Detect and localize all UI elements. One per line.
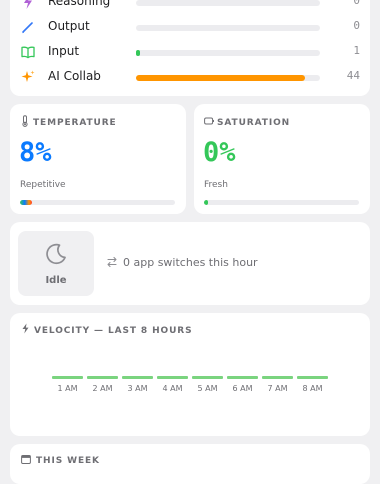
saturation-label: Fresh <box>204 180 228 190</box>
battery-icon <box>204 117 214 125</box>
switch-arrows-icon <box>107 256 117 268</box>
moon-icon <box>46 243 66 265</box>
idle-status-tile: Idle <box>18 231 94 296</box>
velocity-bar <box>297 376 328 379</box>
velocity-bar <box>227 376 258 379</box>
lightning-icon <box>22 323 29 334</box>
velocity-bar <box>262 376 293 379</box>
saturation-value: 0% <box>203 137 236 168</box>
velocity-heading: VELOCITY — LAST 8 HOURS <box>34 326 193 336</box>
token-bar <box>136 75 320 81</box>
this-week-heading: THIS WEEK <box>36 456 100 466</box>
temperature-value: 8% <box>19 137 52 168</box>
velocity-bar <box>52 376 83 379</box>
saturation-bar <box>204 200 359 205</box>
token-count: 44 <box>346 69 360 82</box>
saturation-card: SATURATION 0% Fresh <box>194 104 370 214</box>
token-label: Input <box>48 44 80 58</box>
thermometer-icon <box>22 115 28 127</box>
token-bar <box>136 0 320 6</box>
token-count: 1 <box>353 44 360 57</box>
token-row-input: Input 1 <box>10 43 370 63</box>
sparkle-icon <box>21 70 35 82</box>
temperature-label: Repetitive <box>20 180 66 190</box>
token-usage-card: Reasoning 0 Output 0 Input 1 AI Collab 4… <box>10 0 370 96</box>
lightning-icon <box>24 0 32 9</box>
pencil-icon <box>22 22 33 34</box>
activity-card: Idle 0 app switches this hour <box>10 222 370 305</box>
book-icon <box>21 46 35 59</box>
token-count: 0 <box>353 19 360 32</box>
velocity-card: VELOCITY — LAST 8 HOURS 1 AM 2 AM 3 AM 4 AM… <box>10 313 370 436</box>
temperature-bar-fill <box>20 200 32 205</box>
this-week-card: THIS WEEK <box>10 444 370 484</box>
temperature-bar <box>20 200 175 205</box>
calendar-icon <box>21 455 31 464</box>
temperature-heading: TEMPERATURE <box>33 118 117 128</box>
velocity-bar <box>87 376 118 379</box>
saturation-heading: SATURATION <box>217 118 291 128</box>
velocity-hour-label: 8 AM <box>302 384 323 393</box>
token-row-output: Output 0 <box>10 18 370 38</box>
app-switches-text: 0 app switches this hour <box>123 256 258 269</box>
velocity-bar <box>192 376 223 379</box>
token-row-reasoning: Reasoning 0 <box>10 0 370 13</box>
token-bar <box>136 25 320 31</box>
token-row-ai-collab: AI Collab 44 <box>10 68 370 88</box>
token-bar <box>136 50 320 56</box>
saturation-bar-fill <box>204 200 208 205</box>
idle-label: Idle <box>45 275 67 286</box>
token-label: Reasoning <box>48 0 111 8</box>
token-label: Output <box>48 19 90 33</box>
token-label: AI Collab <box>48 69 101 83</box>
velocity-bar <box>157 376 188 379</box>
velocity-chart: 1 AM 2 AM 3 AM 4 AM 5 AM 6 AM 7 AM 8 AM <box>52 376 332 406</box>
velocity-bar <box>122 376 153 379</box>
temperature-card: TEMPERATURE 8% Repetitive <box>10 104 186 214</box>
token-count: 0 <box>353 0 360 7</box>
